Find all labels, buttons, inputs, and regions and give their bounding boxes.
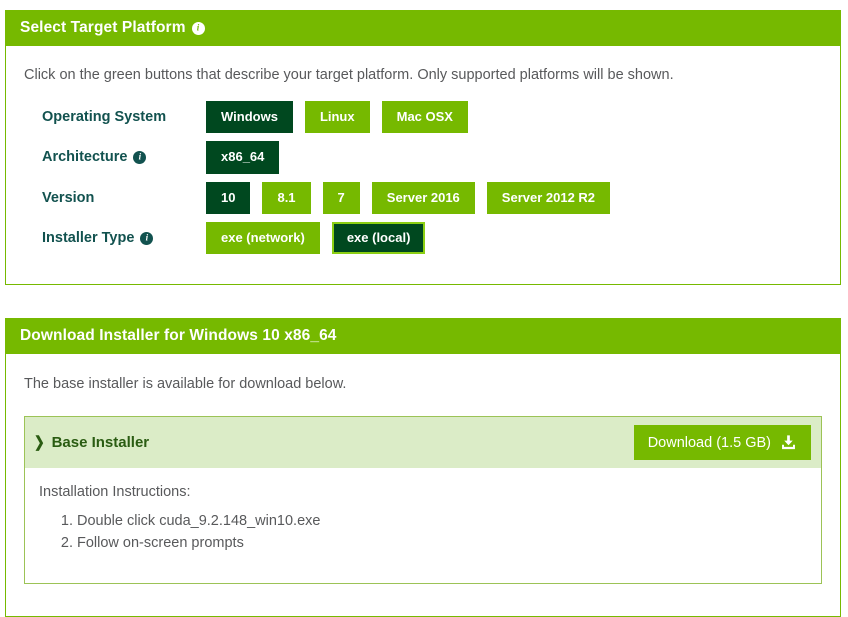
select-target-platform-panel: Select Target Platform Click on the gree… (5, 10, 841, 286)
installer-type-button-exe-local[interactable]: exe (local) (331, 221, 426, 255)
list-item: Double click cuda_9.2.148_win10.exe (77, 513, 821, 529)
download-button[interactable]: Download (1.5 GB) (633, 425, 811, 460)
option-label-version: Version (6, 190, 206, 206)
option-row-version: Version 10 8.1 7 Server 2016 Server 2012… (6, 181, 840, 214)
installer-type-button-exe-network[interactable]: exe (network) (206, 221, 320, 255)
option-buttons-architecture: x86_64 (206, 141, 291, 174)
list-item: Follow on-screen prompts (77, 535, 821, 551)
base-installer-toggle[interactable]: ❯ Base Installer (33, 434, 149, 451)
download-button-label: Download (1.5 GB) (647, 434, 771, 451)
label-text: Installer Type (42, 230, 135, 247)
download-panel-body: The base installer is available for down… (6, 354, 840, 584)
installation-instructions-list: Double click cuda_9.2.148_win10.exe Foll… (39, 513, 821, 551)
base-installer-body: Installation Instructions: Double click … (25, 468, 821, 583)
platform-intro-text: Click on the green buttons that describe… (24, 67, 674, 83)
architecture-button-x86-64[interactable]: x86_64 (206, 141, 280, 174)
info-icon[interactable] (140, 231, 154, 245)
label-text: Version (42, 189, 95, 206)
platform-panel-header: Select Target Platform (6, 10, 840, 46)
option-label-operating-system: Operating System (6, 109, 206, 125)
info-icon[interactable] (133, 150, 147, 164)
version-button-server-2016[interactable]: Server 2016 (371, 181, 475, 214)
version-button-10[interactable]: 10 (206, 181, 251, 214)
download-icon (782, 435, 795, 450)
label-text: Architecture (42, 149, 128, 166)
chevron-right-icon: ❯ (33, 434, 45, 451)
version-button-7[interactable]: 7 (322, 181, 360, 214)
platform-panel-body: Click on the green buttons that describe… (6, 46, 840, 284)
download-installer-panel: Download Installer for Windows 10 x86_64… (5, 318, 841, 617)
panel-title: Select Target Platform (20, 19, 186, 36)
base-installer-box: ❯ Base Installer Download (1.5 GB) Insta… (24, 416, 822, 584)
option-buttons-version: 10 8.1 7 Server 2016 Server 2012 R2 (206, 181, 622, 214)
os-button-mac-osx[interactable]: Mac OSX (381, 101, 468, 134)
option-row-operating-system: Operating System Windows Linux Mac OSX (6, 101, 840, 134)
download-intro-text: The base installer is available for down… (24, 376, 347, 392)
os-button-windows[interactable]: Windows (206, 101, 293, 134)
label-text: Operating System (42, 109, 167, 126)
base-installer-title: Base Installer (51, 434, 150, 451)
option-label-architecture: Architecture (6, 149, 206, 165)
option-buttons-installer-type: exe (network) exe (local) (206, 221, 437, 255)
option-label-installer-type: Installer Type (6, 230, 206, 246)
option-row-installer-type: Installer Type exe (network) exe (local) (6, 221, 840, 255)
platform-options-table: Operating System Windows Linux Mac OSX A… (6, 101, 840, 284)
os-button-linux[interactable]: Linux (304, 101, 370, 134)
version-button-8-1[interactable]: 8.1 (262, 181, 311, 214)
option-buttons-operating-system: Windows Linux Mac OSX (206, 101, 480, 134)
base-installer-header: ❯ Base Installer Download (1.5 GB) (25, 417, 821, 468)
info-icon[interactable] (191, 21, 205, 35)
panel-title: Download Installer for Windows 10 x86_64 (20, 327, 337, 344)
version-button-server-2012-r2[interactable]: Server 2012 R2 (486, 181, 611, 214)
option-row-architecture: Architecture x86_64 (6, 141, 840, 174)
download-panel-header: Download Installer for Windows 10 x86_64 (6, 318, 840, 354)
installation-instructions-title: Installation Instructions: (39, 484, 191, 500)
